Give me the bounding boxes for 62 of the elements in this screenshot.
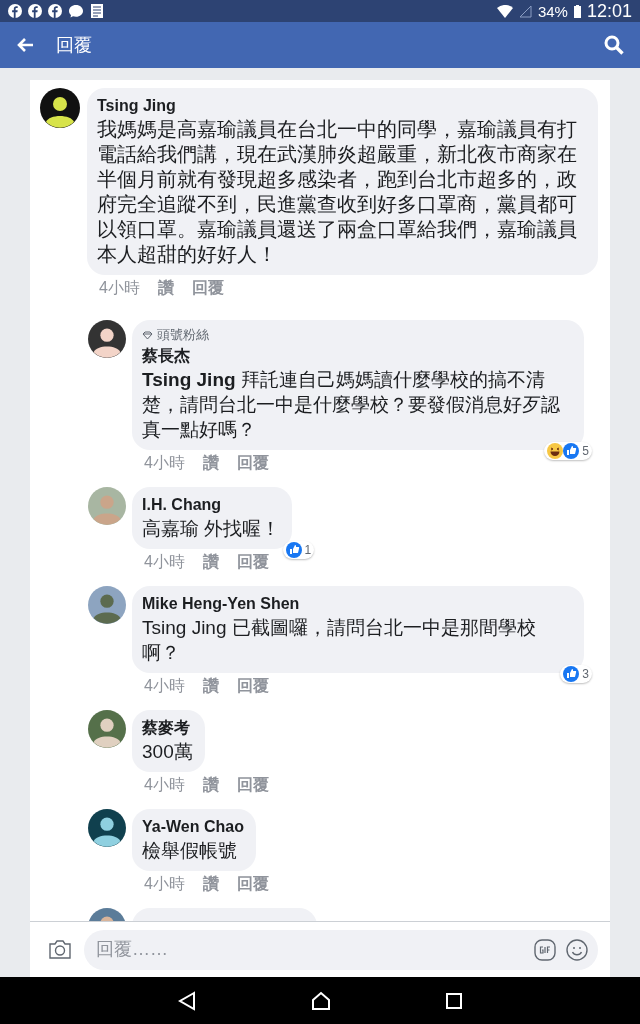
back-icon[interactable] <box>177 990 196 1011</box>
like-reaction-icon <box>285 542 302 558</box>
avatar[interactable] <box>88 809 126 847</box>
reply-input-field[interactable]: 回覆…… <box>84 929 598 970</box>
chat-bubble-icon <box>68 4 84 18</box>
comment-text: 檢舉假帳號 <box>142 839 237 863</box>
fan-label: 頭號粉絲 <box>157 327 209 344</box>
comment-text: 高嘉瑜 外找喔！ <box>142 517 281 541</box>
reaction-count[interactable]: 3 <box>560 665 592 683</box>
reply-link[interactable]: 回覆 <box>236 453 269 473</box>
like-link[interactable]: 讚 <box>202 453 219 473</box>
like-link[interactable]: 讚 <box>202 874 219 894</box>
facebook-icon <box>28 4 42 18</box>
home-icon[interactable] <box>311 990 331 1011</box>
reply-link[interactable]: 回覆 <box>191 278 224 298</box>
comment-time: 4小時 <box>144 775 185 795</box>
reaction-count[interactable]: 5 <box>544 442 592 460</box>
commenter-name[interactable]: 蔡長杰 <box>142 345 190 367</box>
avatar[interactable] <box>88 320 126 358</box>
like-link[interactable]: 讚 <box>202 552 219 572</box>
comment-text: 300萬 <box>142 740 193 764</box>
commenter-name[interactable]: 蔡麥考 <box>142 717 190 739</box>
commenter-name[interactable]: Mike Heng-Yen Shen <box>142 593 300 615</box>
reply-link[interactable]: 回覆 <box>236 552 269 572</box>
laughing-reaction-icon <box>547 443 564 459</box>
comment-time: 4小時 <box>144 676 185 696</box>
comment-time: 4小時 <box>144 552 185 572</box>
signal-icon <box>518 4 532 18</box>
smiley-icon[interactable] <box>566 938 588 961</box>
gif-icon[interactable] <box>534 938 556 961</box>
comment-time: 4小時 <box>99 278 140 298</box>
like-reaction-icon <box>563 443 580 459</box>
page-title: 回覆 <box>56 34 93 57</box>
clock: 12:01 <box>586 0 632 22</box>
reaction-count[interactable]: 1 <box>282 541 315 559</box>
facebook-icon <box>48 4 62 18</box>
comment-time: 4小時 <box>144 874 185 894</box>
like-link[interactable]: 讚 <box>202 676 219 696</box>
comment-time: 4小時 <box>144 453 185 473</box>
wifi-icon <box>496 4 513 18</box>
battery-percent: 34% <box>537 2 568 20</box>
recent-apps-icon[interactable] <box>446 992 463 1009</box>
reply-link[interactable]: 回覆 <box>236 775 269 795</box>
commenter-name[interactable]: Ya-Wen Chao <box>142 816 244 838</box>
commenter-name[interactable]: Tsing Jing <box>97 95 176 117</box>
reply-link[interactable]: 回覆 <box>236 676 269 696</box>
like-link[interactable]: 讚 <box>202 775 219 795</box>
comment-text: 我媽媽是高嘉瑜議員在台北一中的同學，嘉瑜議員有打電話給我們講，現在武漢肺炎超嚴重，新北夜市商家在半個月前就有發現超多感染者，跑到台北市超多的，政府完全追蹤不到，民進黨查收到好多口罩商，黨員都可以領口罩。嘉瑜議員還送了兩盒口罩給我們，嘉瑜議員本人超甜的好好人！ <box>97 117 578 267</box>
reply-link[interactable]: 回覆 <box>236 874 269 894</box>
comment-text: Tsing Jing 已截圖囉，請問台北一中是那間學校啊？ <box>142 616 537 665</box>
camera-icon[interactable] <box>48 939 72 960</box>
comment-text: Tsing Jing 拜託連自己媽媽讀什麼學校的搞不清楚，請問台北一中是什麼學校？要發假消息好歹認真一點好嗎？ <box>142 368 561 442</box>
like-reaction-icon <box>563 666 580 682</box>
commenter-name[interactable]: I.H. Chang <box>142 494 222 516</box>
back-arrow-icon[interactable] <box>16 37 34 53</box>
avatar[interactable] <box>40 88 80 128</box>
battery-icon <box>573 4 581 18</box>
facebook-icon <box>8 4 22 18</box>
newspaper-icon <box>90 3 104 19</box>
search-icon[interactable] <box>604 35 624 55</box>
like-link[interactable]: 讚 <box>157 278 174 298</box>
diamond-icon <box>142 331 153 340</box>
